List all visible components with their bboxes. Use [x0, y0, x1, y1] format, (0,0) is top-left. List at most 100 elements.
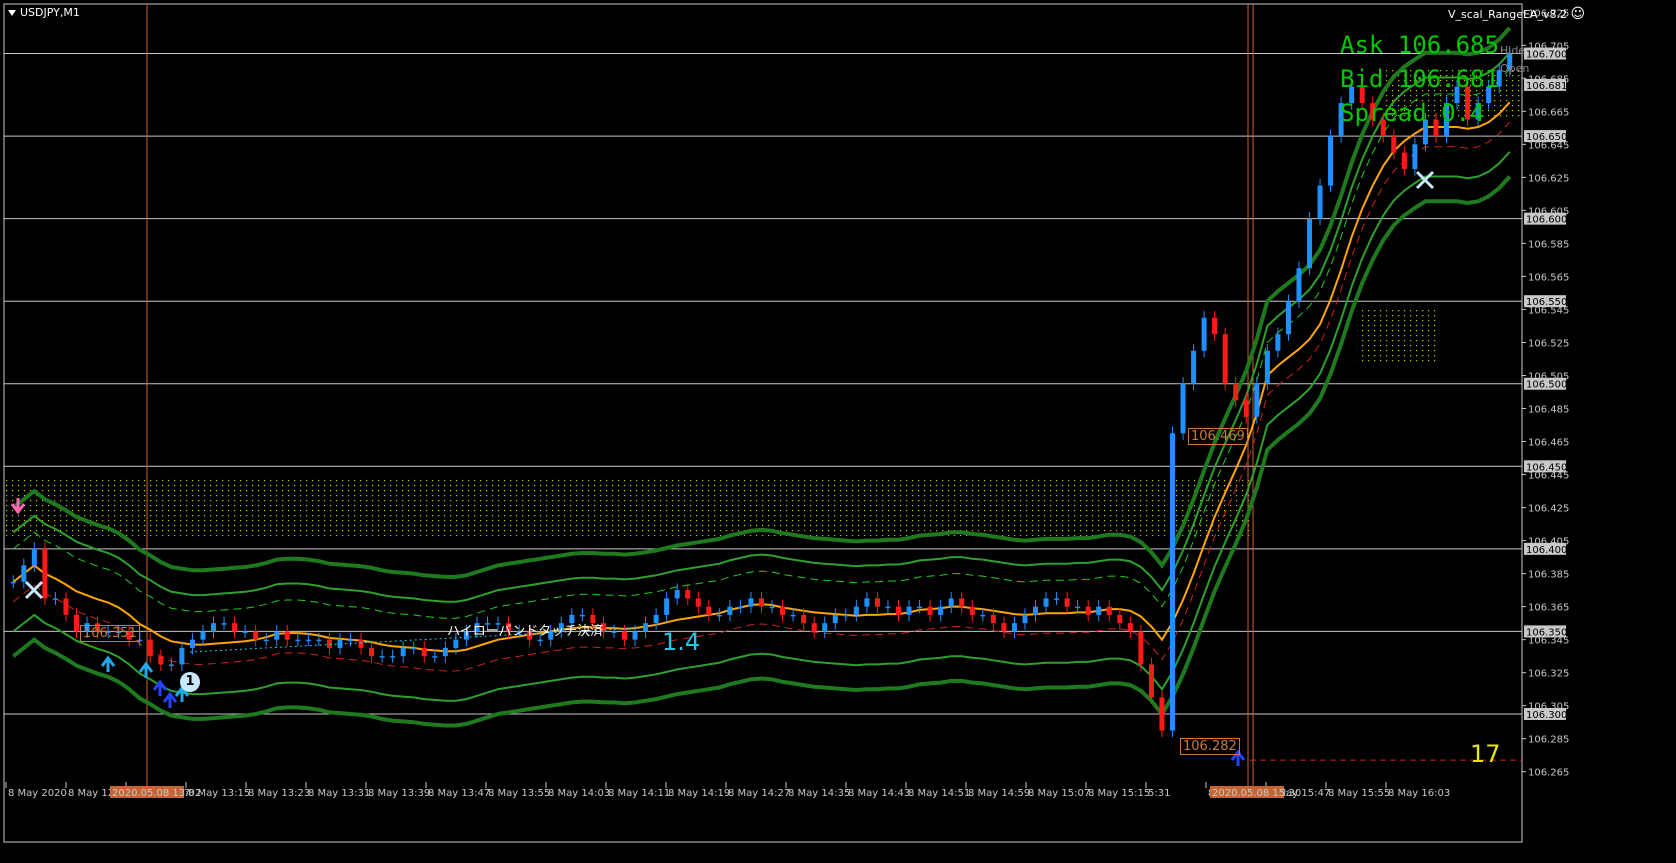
candle-body — [1296, 268, 1302, 302]
trailing-stop-line — [12, 121, 1511, 672]
candle-body — [369, 647, 375, 657]
candle-body — [358, 639, 364, 648]
y-axis-tick-label: 106.365 — [1528, 603, 1569, 614]
candle-body — [31, 548, 37, 566]
candle-body — [421, 647, 427, 657]
x-axis-tick-label: 8 May 14:19 — [668, 788, 730, 799]
candle-body — [622, 631, 627, 640]
y-axis-tick-label: 106.525 — [1528, 338, 1569, 349]
ask-price: Ask 106.685 — [1340, 31, 1499, 59]
candle-body — [790, 614, 796, 617]
y-axis-tick-label: 106.485 — [1528, 405, 1569, 416]
candle-body — [1328, 136, 1334, 186]
candle-body — [611, 631, 617, 633]
x-axis-tick-label: 8 May 15:55 — [1328, 788, 1390, 799]
x-axis-tick-label: 8 May 14:27 — [728, 788, 790, 799]
y-axis-level-badge-text: 106.500 — [1526, 380, 1567, 391]
buy-signal-arrow — [138, 661, 154, 678]
candle-body — [411, 647, 417, 650]
candle-body — [295, 639, 301, 642]
candle-body — [453, 639, 459, 648]
candle-body — [1222, 334, 1228, 384]
buy-signal-arrow — [152, 679, 168, 696]
ea-name: V_scal_RangeEA_v8.2 — [1448, 8, 1567, 21]
dropdown-icon[interactable] — [8, 10, 16, 16]
y-axis-tick-label: 106.565 — [1528, 272, 1569, 283]
y-axis-tick-label: 106.265 — [1528, 768, 1569, 779]
signal-zone — [4, 480, 1252, 536]
candle-body — [1285, 301, 1291, 335]
symbol-label[interactable]: USDJPY,M1 — [8, 6, 80, 19]
y-axis-tick-label: 106.665 — [1528, 107, 1569, 118]
candle-body — [442, 647, 448, 657]
candle-body — [253, 631, 259, 640]
y-axis-tick-label: 106.325 — [1528, 669, 1569, 680]
x-axis-tick-label: 8 May 14:35 — [788, 788, 850, 799]
candle-body — [242, 631, 248, 633]
x-axis-tick-label: 8 May 13:39 — [368, 788, 430, 799]
x-axis-time-badge-text: 2020.05.08 13:02 — [112, 788, 201, 799]
x-axis-tick-label: 8 May 14:11 — [608, 788, 670, 799]
candle-body — [706, 606, 712, 615]
candle-body — [1275, 334, 1281, 351]
candle-body — [63, 598, 69, 615]
y-axis-level-badge-text: 106.400 — [1526, 545, 1567, 556]
candle-body — [348, 639, 353, 642]
candle-body — [1064, 598, 1070, 607]
y-axis-level-badge-text: 106.300 — [1526, 710, 1567, 721]
candle-body — [390, 656, 396, 658]
candle-body — [853, 606, 859, 615]
x-axis-tick-label: 8 May 13:55 — [488, 788, 550, 799]
candle-body — [305, 639, 311, 642]
chart-window[interactable]: 106.725106.705106.685106.665106.645106.6… — [0, 0, 1676, 859]
candle-body — [737, 606, 743, 609]
candle-body — [168, 664, 174, 666]
x-axis-tick-label: 8 May 13:23 — [248, 788, 310, 799]
candle-body — [843, 614, 849, 617]
open-button[interactable]: Open — [1500, 62, 1529, 75]
bollinger-lower-inner — [12, 151, 1511, 702]
candle-body — [1054, 598, 1060, 600]
candle-body — [1254, 383, 1260, 417]
candle-body — [179, 647, 185, 665]
candle-body — [864, 598, 870, 607]
candle-body — [1043, 598, 1049, 607]
symbol-text: USDJPY,M1 — [20, 6, 80, 19]
candle-body — [685, 590, 691, 599]
candle-body — [1096, 606, 1102, 615]
y-axis-tick-label: 106.625 — [1528, 173, 1569, 184]
spread-value: Spread 0.4 — [1340, 99, 1485, 127]
candle-body — [74, 614, 79, 632]
candle-body — [653, 614, 659, 624]
touch-settlement-label: ハイローバンドタッチ決済 — [447, 624, 604, 639]
candle-body — [980, 614, 986, 617]
y-axis-tick-label: 106.465 — [1528, 438, 1569, 449]
candle-body — [284, 631, 290, 640]
candle-body — [927, 606, 933, 615]
buy-signal-arrow — [100, 655, 116, 672]
y-axis-level-badge-text: 106.681 — [1526, 81, 1567, 92]
candle-body — [811, 623, 817, 632]
hide-button[interactable]: Hide — [1500, 44, 1525, 57]
y-axis-tick-label: 106.425 — [1528, 504, 1569, 515]
x-axis-tick-label: 8 May 16:03 — [1388, 788, 1450, 799]
candle-body — [189, 639, 195, 648]
candle-body — [52, 598, 58, 600]
y-axis-tick-label: 106.285 — [1528, 735, 1569, 746]
candle-body — [1159, 697, 1165, 731]
candle-body — [1391, 136, 1397, 153]
candle-body — [1191, 350, 1197, 384]
x-axis-tick-label: 8 May 14:51 — [908, 788, 970, 799]
y-axis-level-badge-text: 106.350 — [1526, 627, 1567, 638]
candle-body — [10, 581, 16, 584]
y-axis-level-badge-text: 106.650 — [1526, 132, 1567, 143]
y-axis-tick-label: 106.385 — [1528, 570, 1569, 581]
candle-body — [379, 656, 385, 658]
candle-body — [938, 606, 944, 615]
x-axis-tick-label: 8 May 15:15 — [1088, 788, 1150, 799]
candle-body — [147, 639, 153, 657]
y-axis-tick-label: 106.585 — [1528, 239, 1569, 250]
signal-zone-right — [1357, 310, 1439, 362]
candle-body — [643, 623, 649, 632]
bollinger-lower-outer — [12, 175, 1512, 728]
